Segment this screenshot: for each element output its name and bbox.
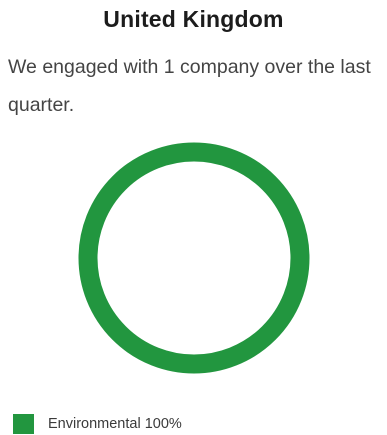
legend-swatch-environmental bbox=[13, 414, 34, 434]
page-title: United Kingdom bbox=[103, 6, 284, 32]
donut-chart-svg bbox=[78, 142, 310, 374]
donut-slice-environmental bbox=[78, 142, 310, 374]
legend-label-environmental: Environmental 100% bbox=[48, 416, 182, 432]
engagement-summary: We engaged with 1 company over the last … bbox=[8, 56, 371, 116]
chart-legend: Environmental 100% bbox=[13, 414, 182, 434]
donut-chart bbox=[74, 138, 314, 378]
